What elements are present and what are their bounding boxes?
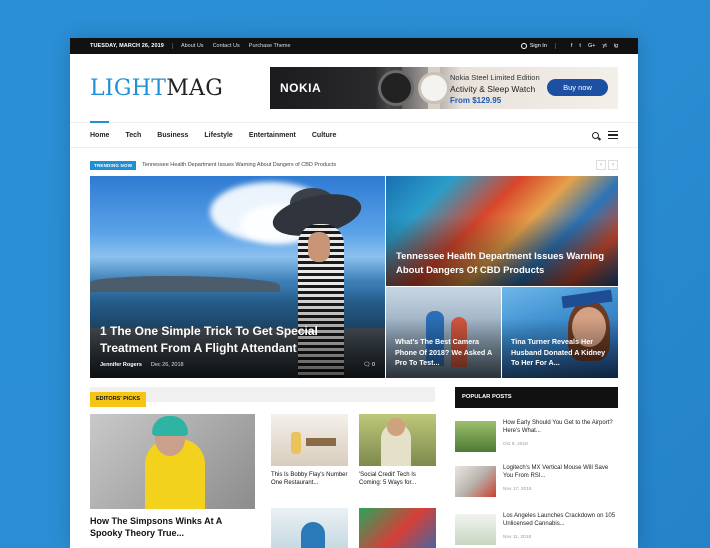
editors-picks-card-image[interactable] xyxy=(271,508,348,548)
watch-dark-image xyxy=(378,70,414,106)
hero-top-right-title[interactable]: Tennessee Health Department Issues Warni… xyxy=(396,250,611,278)
twitter-icon[interactable]: t xyxy=(579,43,581,49)
website-frame: TUESDAY, MARCH 26, 2019 About Us Contact… xyxy=(70,38,638,548)
nav-business[interactable]: Business xyxy=(157,122,188,148)
hero-bottom-left-article[interactable]: What's The Best Camera Phone Of 2018? We… xyxy=(386,287,501,378)
beanie-image xyxy=(152,416,188,436)
nav-icons xyxy=(592,131,618,139)
popular-post-thumbnail[interactable] xyxy=(455,421,496,452)
hero-main-author[interactable]: Jennifer Rogers xyxy=(100,362,142,368)
site-logo[interactable]: LIGHTMAG xyxy=(90,76,223,101)
sign-in-label: Sign In xyxy=(529,43,547,49)
ad-brand: NOKIA xyxy=(280,81,322,95)
popular-post-date: Oct 9, 2018 xyxy=(503,442,528,447)
hero-bottom-right-title[interactable]: Tina Turner Reveals Her Husband Donated … xyxy=(511,337,611,369)
popular-post-title[interactable]: Los Angeles Launches Crackdown on 105 Un… xyxy=(503,512,618,528)
youtube-icon[interactable]: yt xyxy=(602,43,606,49)
comment-icon: 🗨 xyxy=(363,362,371,368)
search-icon[interactable] xyxy=(592,131,599,139)
ad-line1: Nokia Steel Limited Edition xyxy=(450,73,540,82)
editors-picks-card-image[interactable] xyxy=(359,414,436,466)
nav-home[interactable]: Home xyxy=(90,121,110,148)
popular-posts-header: POPULAR POSTS xyxy=(455,387,618,408)
top-bar: TUESDAY, MARCH 26, 2019 About Us Contact… xyxy=(70,38,638,54)
instagram-icon[interactable]: ig xyxy=(614,43,618,49)
user-icon xyxy=(520,43,527,49)
popular-post-item[interactable]: Logitech's MX Vertical Mouse Will Save Y… xyxy=(455,464,618,500)
editors-picks-main-title[interactable]: How The Simpsons Winks At A Spooky Theor… xyxy=(90,515,250,539)
watch-light-image xyxy=(418,72,450,104)
purchase-theme-link[interactable]: Purchase Theme xyxy=(249,43,291,49)
about-us-link[interactable]: About Us xyxy=(181,43,204,49)
person-image xyxy=(301,522,325,548)
trending-badge: TRENDING NOW xyxy=(90,160,137,170)
contact-us-link[interactable]: Contact Us xyxy=(213,43,240,49)
face-image xyxy=(387,418,405,436)
hero-main-comment-count: 0 xyxy=(371,362,375,368)
popular-post-thumbnail[interactable] xyxy=(455,466,496,497)
editors-picks-main-image[interactable] xyxy=(90,414,255,509)
editors-picks-card-title[interactable]: This Is Bobby Flay's Number One Restaura… xyxy=(271,471,348,487)
site-header: LIGHTMAG NOKIA Nokia Steel Limited Editi… xyxy=(70,54,638,122)
vase-image xyxy=(291,432,301,454)
nav-entertainment[interactable]: Entertainment xyxy=(249,122,296,148)
popular-post-title[interactable]: How Early Should You Get to the Airport?… xyxy=(503,419,618,435)
trending-headline[interactable]: Tennessee Health Department Issues Warni… xyxy=(142,162,336,168)
editors-picks-title: EDITORS' PICKS xyxy=(90,392,146,407)
main-nav: Home Tech Business Lifestyle Entertainme… xyxy=(70,121,638,148)
hero-main-comments[interactable]: 🗨 0 xyxy=(363,362,375,368)
ad-price: From $129.95 xyxy=(450,96,502,105)
hero-bottom-right-article[interactable]: Tina Turner Reveals Her Husband Donated … xyxy=(502,287,618,378)
nav-tech[interactable]: Tech xyxy=(125,122,141,148)
popular-post-title[interactable]: Logitech's MX Vertical Mouse Will Save Y… xyxy=(503,464,618,480)
hero-top-right-article[interactable]: Tennessee Health Department Issues Warni… xyxy=(386,176,618,286)
popular-post-thumbnail[interactable] xyxy=(455,514,496,545)
editors-picks-card-image[interactable] xyxy=(271,414,348,466)
ad-line2: Activity & Sleep Watch xyxy=(450,84,536,94)
trending-next-button[interactable]: › xyxy=(608,160,618,170)
trending-prev-button[interactable]: ‹ xyxy=(596,160,606,170)
logo-light: LIGHT xyxy=(90,75,167,101)
hero-bottom-left-title[interactable]: What's The Best Camera Phone Of 2018? We… xyxy=(395,337,495,369)
hero-main-meta: Jennifer Rogers Dec 26, 2018 xyxy=(100,362,184,368)
trending-arrows: ‹ › xyxy=(594,160,618,170)
editors-picks-card-image[interactable] xyxy=(359,508,436,548)
popular-post-item[interactable]: Los Angeles Launches Crackdown on 105 Un… xyxy=(455,512,618,548)
hero-main-article[interactable]: 1 The One Simple Trick To Get Special Tr… xyxy=(90,176,385,378)
popular-post-date: Nov 17, 2018 xyxy=(503,487,532,492)
hamburger-menu-icon[interactable] xyxy=(608,131,618,139)
hero-main-title[interactable]: 1 The One Simple Trick To Get Special Tr… xyxy=(100,323,340,357)
nav-lifestyle[interactable]: Lifestyle xyxy=(204,122,232,148)
popular-post-date: Nov 11, 2018 xyxy=(503,535,532,540)
sign-in-link[interactable]: Sign In xyxy=(520,43,556,49)
editors-picks-header: EDITORS' PICKS xyxy=(90,387,435,407)
ad-banner[interactable]: NOKIA Nokia Steel Limited Edition Activi… xyxy=(270,67,618,109)
header-date: TUESDAY, MARCH 26, 2019 xyxy=(90,43,173,49)
facebook-icon[interactable]: f xyxy=(571,43,573,49)
buy-now-button[interactable]: Buy now xyxy=(547,79,608,96)
logo-mag: MAG xyxy=(166,75,224,101)
hero-grid: 1 The One Simple Trick To Get Special Tr… xyxy=(90,176,618,378)
nav-culture[interactable]: Culture xyxy=(312,122,337,148)
google-plus-icon[interactable]: G+ xyxy=(588,43,596,49)
topbar-right: Sign In f t G+ yt ig xyxy=(520,43,618,49)
woman-back-image xyxy=(308,232,330,262)
table-image xyxy=(306,438,336,446)
ad-copy: Nokia Steel Limited Edition Activity & S… xyxy=(450,73,540,105)
popular-post-item[interactable]: How Early Should You Get to the Airport?… xyxy=(455,419,618,455)
hero-main-date: Dec 26, 2018 xyxy=(150,362,184,368)
editors-picks-card-title[interactable]: 'Social Credit' Tech Is Coming: 5 Ways f… xyxy=(359,471,436,487)
